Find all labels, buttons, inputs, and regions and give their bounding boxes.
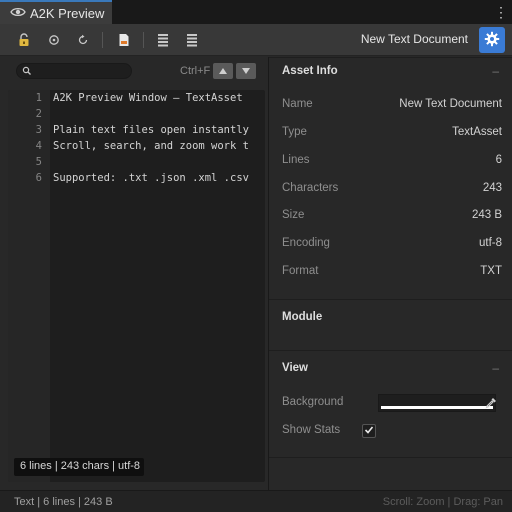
status-hint: Scroll: Zoom | Drag: Pan bbox=[382, 496, 503, 508]
gear-icon bbox=[484, 31, 500, 50]
prop-label: Encoding bbox=[282, 237, 330, 249]
prop-label: Show Stats bbox=[282, 424, 341, 436]
search-input[interactable] bbox=[16, 63, 132, 79]
prop-label: Lines bbox=[282, 154, 310, 166]
eye-icon bbox=[10, 6, 26, 21]
tab-title: A2K Preview bbox=[30, 5, 105, 21]
record-icon[interactable] bbox=[44, 30, 64, 50]
document-icon[interactable] bbox=[114, 30, 134, 50]
search-prev-button[interactable] bbox=[213, 63, 233, 79]
section-divider bbox=[269, 299, 512, 300]
line-number: 3 bbox=[35, 124, 42, 136]
refresh-icon[interactable] bbox=[73, 30, 93, 50]
line-text: Plain text files open instantly bbox=[53, 124, 249, 136]
lock-icon[interactable] bbox=[14, 30, 34, 50]
prop-lines-row: Lines 6 bbox=[282, 154, 502, 172]
show-stats-checkbox[interactable] bbox=[362, 424, 376, 438]
editor-line: 5 bbox=[8, 156, 265, 172]
section-title: Asset Info bbox=[282, 65, 338, 77]
prop-value: 243 bbox=[482, 182, 502, 194]
status-bar: Text | 6 lines | 243 B Scroll: Zoom | Dr… bbox=[0, 490, 512, 512]
prop-background-row: Background bbox=[282, 394, 502, 414]
prop-value: New Text Document bbox=[399, 98, 502, 110]
kebab-menu-icon[interactable]: ⋮ bbox=[494, 3, 508, 21]
tab-bar: A2K Preview ⋮ bbox=[0, 0, 512, 24]
prop-value: 6 bbox=[495, 154, 502, 166]
line-text: Supported: .txt .json .xml .csv bbox=[53, 172, 249, 184]
section-divider bbox=[269, 350, 512, 351]
prop-label: Size bbox=[282, 209, 305, 221]
color-swatch bbox=[381, 406, 493, 409]
editor-line: 3 Plain text files open instantly bbox=[8, 124, 265, 140]
editor-stats-badge: 6 lines | 243 chars | utf-8 bbox=[14, 458, 144, 476]
arrow-down-icon bbox=[241, 64, 251, 78]
line-number: 5 bbox=[35, 156, 42, 168]
module-header[interactable]: Module bbox=[269, 304, 512, 332]
search-icon bbox=[22, 65, 32, 77]
prop-size-row: Size 243 B bbox=[282, 209, 502, 227]
prop-format-row: Format TXT bbox=[282, 265, 502, 283]
document-title: New Text Document bbox=[360, 32, 468, 46]
background-color-field[interactable] bbox=[378, 394, 496, 412]
status-summary: Text | 6 lines | 243 B bbox=[14, 496, 113, 508]
toolbar: New Text Document bbox=[0, 24, 512, 56]
prop-label: Type bbox=[282, 126, 307, 138]
prop-value: utf-8 bbox=[478, 237, 502, 249]
inspector-panel: Asset Info – Name New Text Document Type… bbox=[269, 57, 512, 490]
prop-value: TXT bbox=[480, 265, 502, 277]
collapse-icon[interactable]: – bbox=[492, 361, 499, 375]
prop-label: Format bbox=[282, 265, 319, 277]
text-preview-panel: Ctrl+F 1 A2K Preview Window — TextAsset … bbox=[0, 57, 268, 490]
prop-value: TextAsset bbox=[452, 126, 502, 138]
collapse-icon[interactable]: – bbox=[492, 64, 499, 78]
arrow-up-icon bbox=[218, 64, 228, 78]
prop-label: Background bbox=[282, 396, 344, 408]
eyedropper-icon[interactable] bbox=[482, 394, 500, 412]
toolbar-separator bbox=[102, 32, 103, 48]
align-justify-icon[interactable] bbox=[182, 30, 202, 50]
prop-label: Name bbox=[282, 98, 313, 110]
checkmark-icon bbox=[364, 425, 374, 438]
editor-line: 1 A2K Preview Window — TextAsset bbox=[8, 92, 265, 108]
prop-encoding-row: Encoding utf-8 bbox=[282, 237, 502, 255]
search-row: Ctrl+F bbox=[0, 57, 268, 87]
text-editor[interactable]: 1 A2K Preview Window — TextAsset 2 3 Pla… bbox=[8, 90, 265, 482]
section-title: Module bbox=[282, 311, 323, 323]
prop-name-row: Name New Text Document bbox=[282, 98, 502, 116]
search-shortcut: Ctrl+F bbox=[180, 65, 211, 77]
tab-a2k-preview[interactable]: A2K Preview bbox=[0, 0, 112, 24]
section-divider bbox=[269, 457, 512, 458]
prop-label: Characters bbox=[282, 182, 339, 194]
line-number: 6 bbox=[35, 172, 42, 184]
line-number: 4 bbox=[35, 140, 42, 152]
prop-characters-row: Characters 243 bbox=[282, 182, 502, 200]
editor-line: 6 Supported: .txt .json .xml .csv bbox=[8, 172, 265, 188]
prop-value: 243 B bbox=[471, 209, 502, 221]
align-left-icon[interactable] bbox=[153, 30, 173, 50]
line-text: A2K Preview Window — TextAsset bbox=[53, 92, 243, 104]
line-text: Scroll, search, and zoom work t bbox=[53, 140, 249, 152]
prop-show-stats-row: Show Stats bbox=[282, 424, 502, 442]
line-number: 1 bbox=[35, 92, 42, 104]
editor-line: 4 Scroll, search, and zoom work t bbox=[8, 140, 265, 156]
view-header[interactable]: View – bbox=[269, 355, 512, 383]
asset-info-header[interactable]: Asset Info – bbox=[269, 57, 512, 85]
section-title: View bbox=[282, 362, 308, 374]
settings-button[interactable] bbox=[479, 27, 505, 53]
search-next-button[interactable] bbox=[236, 63, 256, 79]
prop-type-row: Type TextAsset bbox=[282, 126, 502, 144]
line-number: 2 bbox=[35, 108, 42, 120]
editor-line: 2 bbox=[8, 108, 265, 124]
toolbar-separator bbox=[143, 32, 144, 48]
